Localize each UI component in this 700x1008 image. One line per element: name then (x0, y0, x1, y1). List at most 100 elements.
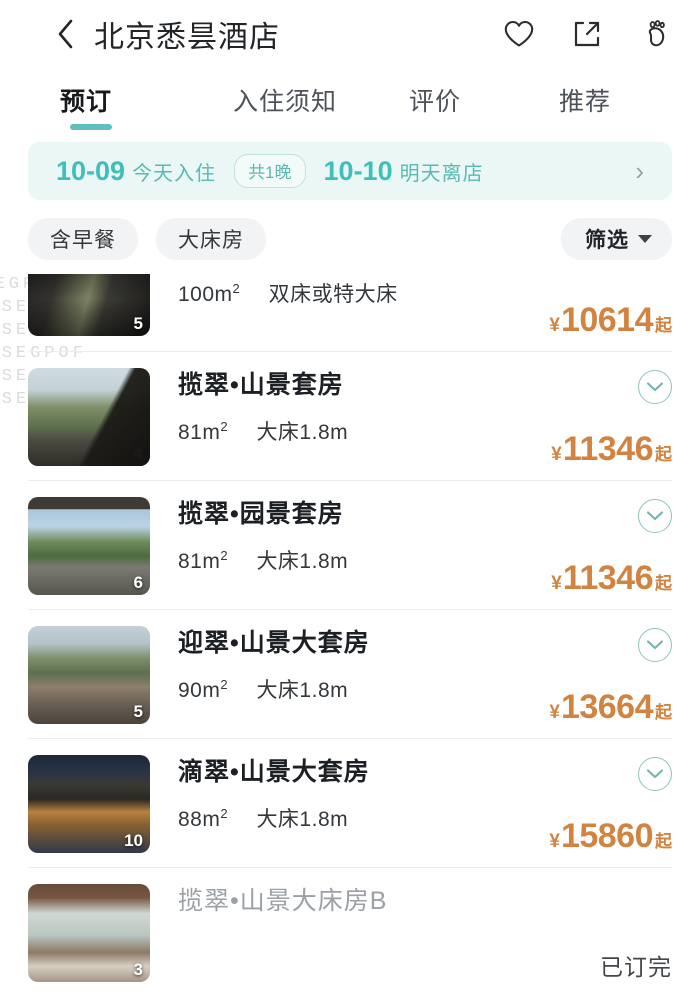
chip-king-bed[interactable]: 大床房 (156, 218, 266, 260)
chevron-down-circle-icon[interactable] (638, 757, 672, 791)
currency-symbol: ¥ (549, 831, 560, 852)
room-right: ¥ 11346 起 (551, 368, 672, 466)
hotel-booking-screen: 北京悉昙酒店 预订 入住须知 评价 推荐 10-09 今天入住 共1晚 10-1… (0, 0, 700, 1008)
room-size: 88m2 (178, 806, 229, 831)
chevron-down-icon (638, 235, 652, 243)
room-thumbnail[interactable]: 3 (28, 884, 150, 982)
price-amount: 11346 (562, 430, 654, 468)
currency-symbol: ¥ (549, 315, 560, 336)
nights-badge: 共1晚 (234, 154, 306, 188)
tab-reviews-label: 评价 (408, 88, 461, 116)
room-meta: 100m2 双床或特大床 (178, 278, 549, 308)
chevron-left-icon[interactable] (52, 17, 78, 51)
photo-count-badge: 6 (133, 573, 143, 592)
room-thumbnail[interactable]: 10 (28, 755, 150, 853)
share-icon[interactable] (570, 17, 604, 51)
room-meta: 81m2 大床1.8m (178, 416, 551, 446)
room-right: 已订完 (600, 884, 672, 982)
tab-bar: 预订 入住须知 评价 推荐 (0, 68, 700, 132)
room-meta: 90m2 大床1.8m (178, 674, 549, 704)
filter-chip-row: 含早餐 大床房 筛选 (0, 200, 700, 274)
chevron-down-circle-icon[interactable] (638, 370, 672, 404)
tab-booking[interactable]: 预订 (60, 82, 210, 132)
room-price: ¥ 11346 起 (551, 432, 672, 466)
room-list-item[interactable]: 6 揽翠•园景套房 81m2 大床1.8m ¥ 11346 起 (28, 481, 672, 610)
chip-breakfast[interactable]: 含早餐 (28, 218, 138, 260)
price-suffix: 起 (655, 445, 672, 464)
room-name: 揽翠•园景套房 (178, 500, 344, 528)
room-name: 揽翠•山景套房 (178, 371, 344, 399)
checkout-label: 明天离店 (399, 162, 484, 185)
room-size: 100m2 (178, 281, 241, 306)
room-right: ¥ 10614 起 (549, 274, 672, 337)
room-info: 揽翠•园景套房 81m2 大床1.8m (150, 497, 551, 575)
room-list-item[interactable]: 5 100m2 双床或特大床 ¥ 10614 起 (28, 274, 672, 352)
room-right: ¥ 15860 起 (549, 755, 672, 853)
tab-checkin-notice[interactable]: 入住须知 (210, 82, 360, 132)
app-header: 北京悉昙酒店 (0, 0, 700, 68)
price-amount: 11346 (562, 559, 654, 597)
room-thumbnail[interactable]: 5 (28, 274, 150, 336)
date-range-selector[interactable]: 10-09 今天入住 共1晚 10-10 明天离店 › (28, 142, 672, 200)
price-suffix: 起 (655, 832, 672, 851)
status-badge: 已订完 (600, 954, 672, 980)
room-info: 揽翠•山景大床房B (150, 884, 600, 916)
currency-symbol: ¥ (551, 573, 562, 594)
room-meta: 88m2 大床1.8m (178, 803, 549, 833)
filter-dropdown-button[interactable]: 筛选 (561, 218, 672, 260)
room-right: ¥ 11346 起 (551, 497, 672, 595)
room-list-item[interactable]: 5 迎翠•山景大套房 90m2 大床1.8m ¥ 13664 起 (28, 610, 672, 739)
chevron-down-circle-icon[interactable] (638, 499, 672, 533)
room-list-item-sold-out: 3 揽翠•山景大床房B 已订完 (28, 868, 672, 996)
room-thumbnail[interactable]: 6 (28, 497, 150, 595)
room-bed: 双床或特大床 (268, 283, 398, 306)
price-suffix: 起 (655, 574, 672, 593)
photo-count-badge: 5 (133, 702, 143, 721)
footprint-icon[interactable] (638, 17, 672, 51)
room-name: 迎翠•山景大套房 (178, 629, 370, 657)
checkout-date: 10-10 (323, 155, 393, 186)
tab-recommend-label: 推荐 (558, 88, 611, 116)
tab-booking-label: 预订 (60, 88, 113, 116)
price-suffix: 起 (655, 703, 672, 722)
room-thumbnail[interactable]: 4 (28, 368, 150, 466)
room-price: ¥ 11346 起 (551, 561, 672, 595)
photo-count-badge: 3 (133, 960, 143, 979)
room-price: ¥ 13664 起 (549, 690, 672, 724)
filter-dropdown-label: 筛选 (585, 229, 629, 252)
checkin-date: 10-09 (56, 155, 126, 186)
tab-checkin-notice-label: 入住须知 (232, 88, 337, 116)
room-bed: 大床1.8m (256, 808, 349, 831)
date-bar-wrap: 10-09 今天入住 共1晚 10-10 明天离店 › (0, 132, 700, 200)
tab-reviews[interactable]: 评价 (360, 82, 510, 132)
room-thumbnail[interactable]: 5 (28, 626, 150, 724)
tab-recommend[interactable]: 推荐 (510, 82, 660, 132)
room-bed: 大床1.8m (256, 679, 349, 702)
price-amount: 13664 (560, 688, 654, 726)
room-price: ¥ 10614 起 (549, 303, 672, 337)
room-name: 揽翠•山景大床房B (178, 887, 388, 915)
room-info: 揽翠•山景套房 81m2 大床1.8m (150, 368, 551, 446)
room-info: 迎翠•山景大套房 90m2 大床1.8m (150, 626, 549, 704)
room-list-item[interactable]: 4 揽翠•山景套房 81m2 大床1.8m ¥ 11346 起 (28, 352, 672, 481)
favorite-icon[interactable] (502, 17, 536, 51)
room-bed: 大床1.8m (256, 550, 349, 573)
room-info: 100m2 双床或特大床 (150, 274, 549, 308)
room-right: ¥ 13664 起 (549, 626, 672, 724)
photo-count-badge: 5 (133, 314, 143, 333)
room-name: 滴翠•山景大套房 (178, 758, 370, 786)
price-suffix: 起 (655, 316, 672, 335)
photo-count-badge: 4 (133, 444, 143, 463)
room-info: 滴翠•山景大套房 88m2 大床1.8m (150, 755, 549, 833)
price-amount: 15860 (560, 817, 654, 855)
tab-active-indicator (70, 124, 112, 130)
room-size: 81m2 (178, 419, 229, 444)
chevron-down-circle-icon[interactable] (638, 628, 672, 662)
chevron-right-icon[interactable]: › (635, 158, 650, 184)
price-amount: 10614 (560, 301, 654, 339)
checkin-label: 今天入住 (132, 162, 217, 185)
room-size: 81m2 (178, 548, 229, 573)
page-title: 北京悉昙酒店 (94, 21, 280, 54)
room-list-item[interactable]: 10 滴翠•山景大套房 88m2 大床1.8m ¥ 15860 起 (28, 739, 672, 868)
room-bed: 大床1.8m (256, 421, 349, 444)
